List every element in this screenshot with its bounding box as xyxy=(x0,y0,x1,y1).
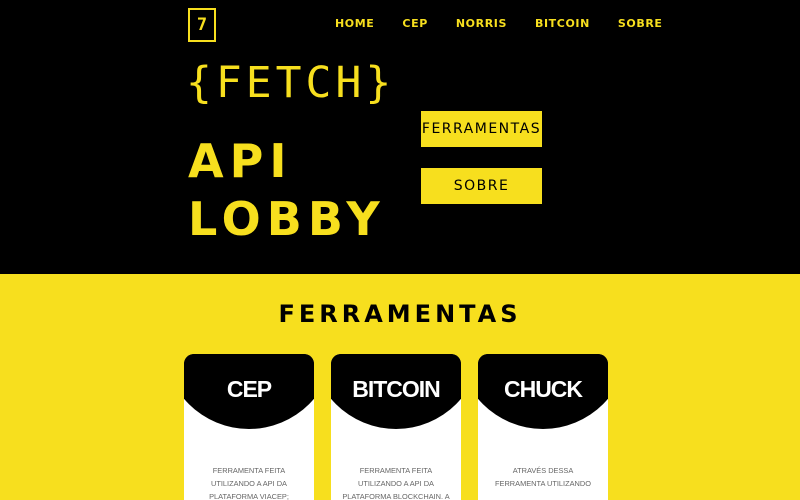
card-description: Ferramenta feita utilizando a API da pla… xyxy=(209,466,289,500)
top-nav: HOME CEP NORRIS BITCOIN SOBRE xyxy=(335,17,663,30)
card-title: CHUCK xyxy=(503,376,583,402)
hero-title-api: API xyxy=(188,134,293,188)
hero-section: 7 HOME CEP NORRIS BITCOIN SOBRE {FETCH} … xyxy=(0,0,800,274)
tool-card-chuck[interactable]: CHUCK Através dessa ferramenta utilizand… xyxy=(478,354,608,500)
nav-home[interactable]: HOME xyxy=(335,17,374,30)
card-description: Ferramenta feita utilizando a API da pla… xyxy=(342,466,450,500)
nav-norris[interactable]: NORRIS xyxy=(456,17,507,30)
tool-card-cep[interactable]: CEP Ferramenta feita utilizando a API da… xyxy=(184,354,314,500)
tools-section-title: FERRAMENTAS xyxy=(278,300,522,328)
card-title: CEP xyxy=(226,376,272,402)
card-description: Através dessa ferramenta utilizando xyxy=(495,466,591,488)
logo-glyph: 7 xyxy=(196,14,208,35)
hero-title-lobby: LOBBY xyxy=(188,192,386,246)
logo[interactable]: 7 xyxy=(188,8,216,42)
card-title: BITCOIN xyxy=(352,376,441,402)
about-button[interactable]: SOBRE xyxy=(421,168,542,204)
tools-button[interactable]: FERRAMENTAS xyxy=(421,111,542,147)
nav-sobre[interactable]: SOBRE xyxy=(618,17,663,30)
nav-cep[interactable]: CEP xyxy=(402,17,427,30)
hero-title-fetch: {FETCH} xyxy=(186,58,396,108)
nav-bitcoin[interactable]: BITCOIN xyxy=(535,17,590,30)
tool-card-bitcoin[interactable]: BITCOIN Ferramenta feita utilizando a AP… xyxy=(331,354,461,500)
